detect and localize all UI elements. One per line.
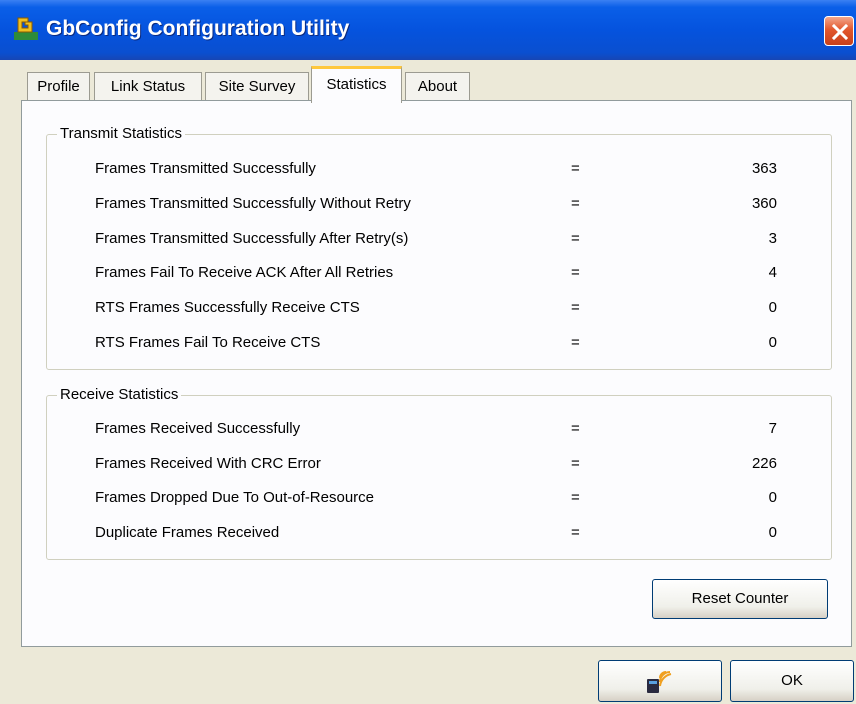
transmit-statistics-group: Transmit Statistics Frames Transmitted S…: [46, 124, 832, 370]
statistics-panel: Transmit Statistics Frames Transmitted S…: [21, 100, 852, 647]
stat-label: Frames Transmitted Successfully After Re…: [95, 230, 409, 247]
receive-statistics-title: Receive Statistics: [57, 385, 182, 405]
stat-value: 3: [768, 230, 777, 247]
stat-row: Frames Fail To Receive ACK After All Ret…: [47, 262, 831, 286]
stat-equals: =: [571, 334, 580, 351]
stat-row: Frames Received With CRC Error = 226: [47, 453, 831, 477]
stat-value: 360: [751, 195, 777, 212]
stat-label: Frames Transmitted Successfully: [95, 160, 316, 177]
ok-button[interactable]: OK: [730, 660, 854, 702]
stat-row: Frames Transmitted Successfully After Re…: [47, 228, 831, 252]
stat-equals: =: [571, 524, 580, 541]
stat-row: RTS Frames Fail To Receive CTS = 0: [47, 332, 831, 356]
stat-label: Frames Transmitted Successfully Without …: [95, 195, 411, 212]
stat-value: 363: [751, 160, 777, 177]
stat-value: 0: [768, 524, 777, 541]
stat-label: Duplicate Frames Received: [95, 524, 280, 541]
window-title: GbConfig Configuration Utility: [46, 17, 350, 40]
stat-equals: =: [571, 489, 580, 506]
stat-value: 0: [768, 334, 777, 351]
stat-value: 4: [768, 264, 777, 281]
stat-label: Frames Fail To Receive ACK After All Ret…: [95, 264, 394, 281]
close-icon: [831, 23, 849, 41]
reset-counter-button[interactable]: Reset Counter: [652, 579, 828, 619]
stat-row: Frames Dropped Due To Out-of-Resource = …: [47, 487, 831, 511]
stat-equals: =: [571, 299, 580, 316]
tab-profile[interactable]: Profile: [27, 72, 90, 102]
stat-equals: =: [571, 160, 580, 177]
tab-statistics[interactable]: Statistics: [311, 66, 402, 103]
stat-value: 0: [768, 299, 777, 316]
stat-row: Frames Transmitted Successfully = 363: [47, 158, 831, 182]
stat-equals: =: [571, 264, 580, 281]
stat-value: 0: [768, 489, 777, 506]
stat-equals: =: [571, 420, 580, 437]
stat-row: Duplicate Frames Received = 0: [47, 522, 831, 546]
wireless-card-button[interactable]: [598, 660, 722, 702]
tab-link-status[interactable]: Link Status: [94, 72, 202, 102]
tab-site-survey[interactable]: Site Survey: [205, 72, 309, 102]
stat-equals: =: [571, 230, 580, 247]
stat-label: Frames Dropped Due To Out-of-Resource: [95, 489, 375, 506]
transmit-statistics-title: Transmit Statistics: [57, 124, 185, 144]
close-button[interactable]: [824, 16, 854, 46]
tab-about[interactable]: About: [405, 72, 470, 102]
app-icon: [14, 17, 38, 40]
receive-statistics-group: Receive Statistics Frames Received Succe…: [46, 385, 832, 560]
stat-label: RTS Frames Successfully Receive CTS: [95, 299, 360, 316]
stat-label: Frames Received With CRC Error: [95, 455, 321, 472]
stat-label: RTS Frames Fail To Receive CTS: [95, 334, 321, 351]
stat-row: Frames Received Successfully = 7: [47, 418, 831, 442]
stat-value: 7: [768, 420, 777, 437]
stat-label: Frames Received Successfully: [95, 420, 301, 437]
stat-row: Frames Transmitted Successfully Without …: [47, 193, 831, 217]
stat-value: 226: [751, 455, 777, 472]
stat-row: RTS Frames Successfully Receive CTS = 0: [47, 297, 831, 321]
title-bar[interactable]: GbConfig Configuration Utility: [0, 0, 856, 60]
wireless-card-icon: [647, 671, 672, 693]
stat-equals: =: [571, 455, 580, 472]
stat-equals: =: [571, 195, 580, 212]
